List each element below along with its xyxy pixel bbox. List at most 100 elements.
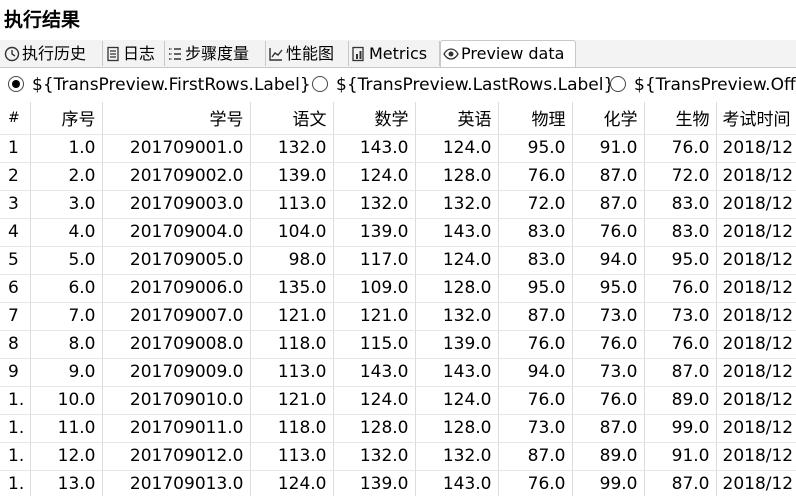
table-cell[interactable]: 124.0 <box>415 386 499 415</box>
column-header[interactable]: 考试时间 <box>716 102 796 135</box>
tab-preview-data[interactable]: Preview data <box>440 40 576 67</box>
table-row[interactable]: 6 6.0 201709006.0 135.0 109.0 128.0 95.0 95.0 76… <box>0 274 796 303</box>
table-cell[interactable]: 2018/12 <box>716 190 796 219</box>
tab-step-metrics[interactable]: 步骤度量 <box>165 41 266 66</box>
first-rows-radio[interactable] <box>8 76 24 92</box>
table-cell[interactable]: 143.0 <box>415 218 499 247</box>
table-cell[interactable]: 201709008.0 <box>102 330 251 359</box>
column-header[interactable]: 数学 <box>333 102 416 135</box>
table-cell[interactable]: 124.0 <box>250 470 334 496</box>
table-cell[interactable]: 118.0 <box>250 414 334 443</box>
table-cell[interactable]: 2018/12 <box>716 162 796 191</box>
table-cell[interactable]: 76.0 <box>644 134 717 163</box>
table-cell[interactable]: 98.0 <box>250 246 334 275</box>
column-header[interactable]: 物理 <box>498 102 573 135</box>
table-cell[interactable]: 132.0 <box>415 442 499 471</box>
table-cell[interactable]: 83.0 <box>498 218 573 247</box>
column-header[interactable]: 英语 <box>415 102 499 135</box>
table-cell[interactable]: 4.0 <box>30 218 103 247</box>
table-cell[interactable]: 99.0 <box>572 470 645 496</box>
table-cell[interactable]: 132.0 <box>333 442 416 471</box>
table-cell[interactable]: 121.0 <box>250 302 334 331</box>
table-cell[interactable]: 201709003.0 <box>102 190 251 219</box>
table-row[interactable]: 7 7.0 201709007.0 121.0 121.0 132.0 87.0 73.0 73… <box>0 302 796 331</box>
table-cell[interactable]: 89.0 <box>644 386 717 415</box>
table-row[interactable]: 2 2.0 201709002.0 139.0 124.0 128.0 76.0 87.0 72… <box>0 162 796 191</box>
table-cell[interactable]: 104.0 <box>250 218 334 247</box>
table-cell[interactable]: 135.0 <box>250 274 334 303</box>
table-cell[interactable]: 87.0 <box>572 162 645 191</box>
row-number-cell[interactable]: 4 <box>0 218 31 247</box>
row-number-cell[interactable]: 1. <box>0 414 31 443</box>
row-number-cell[interactable]: 6 <box>0 274 31 303</box>
table-cell[interactable]: 76.0 <box>644 274 717 303</box>
table-cell[interactable]: 2018/12 <box>716 442 796 471</box>
table-cell[interactable]: 143.0 <box>415 470 499 496</box>
table-cell[interactable]: 2018/12 <box>716 246 796 275</box>
table-cell[interactable]: 99.0 <box>644 414 717 443</box>
row-number-cell[interactable]: 3 <box>0 190 31 219</box>
tab-metrics[interactable]: Metrics <box>349 41 440 66</box>
table-cell[interactable]: 72.0 <box>498 190 573 219</box>
table-cell[interactable]: 109.0 <box>333 274 416 303</box>
table-cell[interactable]: 2018/12 <box>716 470 796 496</box>
table-cell[interactable]: 76.0 <box>498 386 573 415</box>
table-row[interactable]: 1. 12.0 201709012.0 113.0 132.0 132.0 87.0 89.0… <box>0 442 796 471</box>
table-cell[interactable]: 87.0 <box>572 414 645 443</box>
table-cell[interactable]: 73.0 <box>572 358 645 387</box>
table-cell[interactable]: 201709005.0 <box>102 246 251 275</box>
table-cell[interactable]: 89.0 <box>572 442 645 471</box>
table-cell[interactable]: 9.0 <box>30 358 103 387</box>
preview-data-grid[interactable]: # 序号 学号 语文 数学 英语 物理 化学 生物 考试时间 1 1.0 20170… <box>0 102 796 496</box>
row-number-cell[interactable]: 7 <box>0 302 31 331</box>
table-cell[interactable]: 5.0 <box>30 246 103 275</box>
table-row[interactable]: 8 8.0 201709008.0 118.0 115.0 139.0 76.0 76.0 76… <box>0 330 796 359</box>
table-cell[interactable]: 201709011.0 <box>102 414 251 443</box>
table-cell[interactable]: 87.0 <box>644 470 717 496</box>
table-cell[interactable]: 87.0 <box>498 302 573 331</box>
table-row[interactable]: 1. 13.0 201709013.0 124.0 139.0 143.0 76.0 99.0… <box>0 470 796 496</box>
tab-performance-chart[interactable]: 性能图 <box>266 41 349 66</box>
table-cell[interactable]: 95.0 <box>572 274 645 303</box>
table-cell[interactable]: 76.0 <box>498 162 573 191</box>
table-cell[interactable]: 3.0 <box>30 190 103 219</box>
table-cell[interactable]: 1.0 <box>30 134 103 163</box>
table-cell[interactable]: 83.0 <box>644 190 717 219</box>
column-header[interactable]: 语文 <box>250 102 334 135</box>
table-cell[interactable]: 201709010.0 <box>102 386 251 415</box>
row-number-cell[interactable]: 8 <box>0 330 31 359</box>
last-rows-label[interactable]: ${TransPreview.LastRows.Label} <box>336 70 614 100</box>
table-cell[interactable]: 94.0 <box>498 358 573 387</box>
table-row[interactable]: 1. 10.0 201709010.0 121.0 124.0 124.0 76.0 76.0… <box>0 386 796 415</box>
column-header[interactable]: 序号 <box>30 102 103 135</box>
table-cell[interactable]: 132.0 <box>415 190 499 219</box>
table-row[interactable]: 1. 11.0 201709011.0 118.0 128.0 128.0 73.0 87.0… <box>0 414 796 443</box>
table-cell[interactable]: 128.0 <box>415 414 499 443</box>
table-cell[interactable]: 2.0 <box>30 162 103 191</box>
table-cell[interactable]: 201709012.0 <box>102 442 251 471</box>
table-cell[interactable]: 139.0 <box>415 330 499 359</box>
table-cell[interactable]: 128.0 <box>415 162 499 191</box>
table-cell[interactable]: 11.0 <box>30 414 103 443</box>
table-cell[interactable]: 113.0 <box>250 358 334 387</box>
table-cell[interactable]: 201709001.0 <box>102 134 251 163</box>
table-cell[interactable]: 115.0 <box>333 330 416 359</box>
table-cell[interactable]: 2018/12 <box>716 330 796 359</box>
table-cell[interactable]: 2018/12 <box>716 134 796 163</box>
last-rows-radio[interactable] <box>312 76 328 92</box>
table-cell[interactable]: 91.0 <box>644 442 717 471</box>
table-row[interactable]: 1 1.0 201709001.0 132.0 143.0 124.0 95.0 91.0 76… <box>0 134 796 163</box>
table-cell[interactable]: 95.0 <box>644 246 717 275</box>
table-cell[interactable]: 124.0 <box>415 246 499 275</box>
table-cell[interactable]: 121.0 <box>250 386 334 415</box>
table-cell[interactable]: 95.0 <box>498 134 573 163</box>
table-cell[interactable]: 87.0 <box>644 358 717 387</box>
table-cell[interactable]: 76.0 <box>572 218 645 247</box>
table-cell[interactable]: 87.0 <box>498 442 573 471</box>
tab-log[interactable]: 日志 <box>103 41 165 66</box>
table-cell[interactable]: 76.0 <box>572 386 645 415</box>
table-cell[interactable]: 8.0 <box>30 330 103 359</box>
table-cell[interactable]: 128.0 <box>415 274 499 303</box>
table-cell[interactable]: 118.0 <box>250 330 334 359</box>
row-number-cell[interactable]: 9 <box>0 358 31 387</box>
